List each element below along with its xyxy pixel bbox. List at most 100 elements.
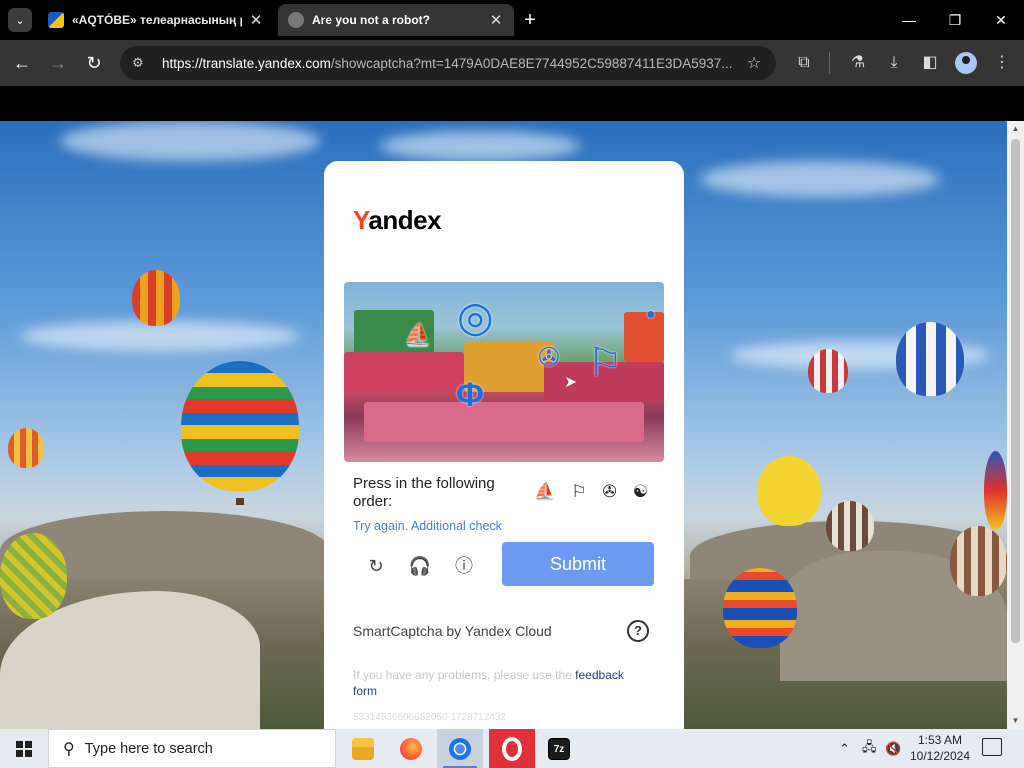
toolbar-separator <box>829 52 830 74</box>
phi-glyph-icon[interactable]: Φ <box>456 376 484 415</box>
flag-order-icon: ⚐ <box>571 482 587 501</box>
ship-order-icon: ⛵ <box>534 482 556 501</box>
cloud <box>60 121 320 161</box>
smartcaptcha-brand: SmartCaptcha by Yandex Cloud <box>353 623 552 639</box>
scroll-down-arrow-icon[interactable]: ▼ <box>1007 713 1024 729</box>
firefox-app[interactable] <box>388 729 434 768</box>
tab-title: «AQTÓBE» телеарнасының р <box>72 13 242 27</box>
minimize-button[interactable]: ― <box>886 6 932 34</box>
tab-search-button[interactable]: ⌄ <box>8 8 32 32</box>
labs-flask-icon[interactable]: ⚗ <box>846 51 870 75</box>
restore-button[interactable]: ❐ <box>932 6 978 34</box>
planet-order-icon: ✇ <box>602 482 617 501</box>
chrome-icon <box>449 737 471 760</box>
market-stall <box>344 352 464 392</box>
tray-chevron-up-icon[interactable]: ⌃ <box>839 729 850 768</box>
firefox-icon <box>400 737 422 760</box>
market-table <box>364 402 644 442</box>
clock-time: 1:53 AM <box>917 733 963 747</box>
close-tab-icon[interactable]: ✕ <box>488 11 504 29</box>
hot-air-balloon <box>132 270 180 326</box>
chevron-down-icon: ⌄ <box>15 14 25 27</box>
flag-glyph-icon[interactable]: ⚐ <box>587 340 623 386</box>
chrome-app[interactable] <box>437 729 483 768</box>
captcha-card: Yandex ◎ ⛵ ✇ ⚐ Φ ● ➤ Press in the follow… <box>324 161 684 729</box>
info-icon[interactable]: ⓘ <box>451 553 477 579</box>
bookmark-star-icon[interactable]: ☆ <box>744 53 764 73</box>
extensions-icon[interactable]: ⧉ <box>792 51 816 75</box>
cloud <box>380 131 580 161</box>
hot-air-balloon <box>896 322 964 396</box>
hot-air-balloon <box>808 349 848 393</box>
hot-air-balloon <box>826 501 874 551</box>
scroll-thumb[interactable] <box>1011 139 1020 643</box>
start-button[interactable] <box>0 729 48 768</box>
volume-muted-icon[interactable]: 🔇 <box>885 729 901 768</box>
new-tab-button[interactable]: + <box>518 8 542 32</box>
spiral-order-icon: ☯ <box>632 482 648 501</box>
tab-strip: ⌄ «AQTÓBE» телеарнасының р ✕ Are you not… <box>0 0 1024 40</box>
address-bar[interactable]: ⚙ https://translate.yandex.com/showcaptc… <box>120 46 776 80</box>
mouse-cursor-icon: ➤ <box>564 374 578 391</box>
bookmarks-strip <box>0 86 1024 121</box>
order-sequence: ⛵ ⚐ ✇ ☯ <box>534 481 648 503</box>
audio-headphones-icon[interactable]: 🎧 <box>407 553 433 579</box>
tab-captcha[interactable]: Are you not a robot? ✕ <box>278 4 514 36</box>
menu-kebab-icon[interactable]: ⋮ <box>990 51 1014 75</box>
opera-app[interactable] <box>489 729 535 768</box>
close-window-button[interactable]: ✕ <box>978 6 1024 34</box>
try-again-message: Try again. Additional check <box>353 519 502 533</box>
problems-note: If you have any problems, please use the… <box>353 668 624 698</box>
order-instruction: Press in the following order: <box>353 475 495 510</box>
back-button[interactable]: ← <box>10 51 34 75</box>
folder-icon <box>352 737 374 760</box>
page-background: Yandex ◎ ⛵ ✇ ⚐ Φ ● ➤ Press in the follow… <box>0 121 1007 729</box>
ship-glyph-icon[interactable]: ⛵ <box>404 322 431 348</box>
forward-button[interactable]: → <box>46 51 70 75</box>
close-tab-icon[interactable]: ✕ <box>248 11 264 29</box>
side-panel-icon[interactable]: ◧ <box>918 51 942 75</box>
request-id: 53314536606682050 1728712432 <box>353 712 506 723</box>
hot-air-balloon <box>0 533 67 619</box>
aqtobe-favicon-icon <box>48 12 64 28</box>
refresh-icon[interactable]: ↻ <box>363 553 389 579</box>
opera-icon <box>502 736 522 761</box>
page-scrollbar[interactable]: ▲ ▼ <box>1007 121 1024 729</box>
network-icon[interactable]: 🖧 <box>862 729 877 768</box>
captcha-task-image[interactable]: ◎ ⛵ ✇ ⚐ Φ ● ➤ <box>344 282 664 462</box>
hot-air-balloon <box>950 526 1007 596</box>
planet-glyph-icon[interactable]: ✇ <box>538 342 560 373</box>
reload-button[interactable]: ↻ <box>82 51 106 75</box>
7zip-app[interactable]: 7z <box>536 729 582 768</box>
notifications-icon[interactable] <box>982 738 1002 756</box>
site-settings-icon[interactable]: ⚙ <box>132 55 150 71</box>
scroll-up-arrow-icon[interactable]: ▲ <box>1007 121 1024 137</box>
globe-favicon-icon <box>288 12 304 28</box>
system-clock[interactable]: 1:53 AM 10/12/2024 <box>905 732 975 764</box>
profile-avatar-icon[interactable] <box>955 52 977 74</box>
cloud <box>700 161 940 197</box>
download-icon[interactable]: ⤓ <box>882 51 906 75</box>
spiral-glyph-icon[interactable]: ◎ <box>457 292 494 341</box>
dot-glyph-icon[interactable]: ● <box>646 306 656 324</box>
7zip-icon: 7z <box>548 737 570 760</box>
hot-air-balloon <box>181 361 299 491</box>
url-text[interactable]: https://translate.yandex.com/showcaptcha… <box>162 56 744 71</box>
balloon-basket <box>236 498 244 505</box>
tab-aqtobe[interactable]: «AQTÓBE» телеарнасының р ✕ <box>38 4 274 36</box>
submit-button[interactable]: Submit <box>502 542 654 586</box>
search-icon: ⚲ <box>63 740 75 758</box>
yandex-logo: Yandex <box>353 205 442 235</box>
market-stall <box>624 312 664 362</box>
search-placeholder: Type here to search <box>84 740 213 757</box>
hot-air-balloon <box>984 451 1007 529</box>
file-explorer-app[interactable] <box>340 729 386 768</box>
browser-toolbar: ← → ↻ ⚙ https://translate.yandex.com/sho… <box>0 40 1024 86</box>
windows-logo-icon <box>16 740 32 757</box>
taskbar-search-box[interactable]: ⚲ Type here to search <box>48 729 336 768</box>
hot-air-balloon <box>8 428 44 468</box>
hot-air-balloon <box>757 456 821 526</box>
hot-air-balloon <box>723 568 797 648</box>
clock-date: 10/12/2024 <box>909 749 971 763</box>
help-question-icon[interactable]: ? <box>627 620 649 642</box>
